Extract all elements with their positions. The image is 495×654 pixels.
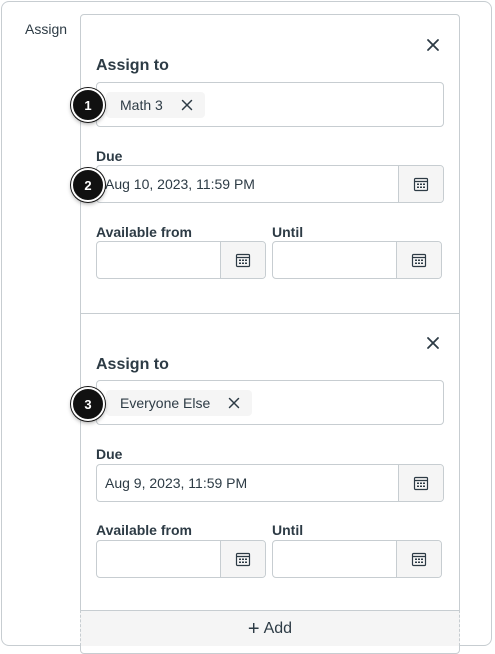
- until-field: [272, 241, 442, 279]
- callout-badge: 1: [71, 88, 105, 122]
- assignee-chip: Math 3: [106, 92, 205, 118]
- assign-to-input[interactable]: Everyone Else: [96, 380, 444, 425]
- due-label: Due: [96, 148, 123, 164]
- assign-to-heading: Assign to: [96, 356, 169, 373]
- available-from-input[interactable]: [97, 242, 220, 278]
- callout-badge: 3: [71, 387, 105, 421]
- assign-to-heading: Assign to: [96, 57, 169, 74]
- calendar-icon[interactable]: [220, 242, 265, 278]
- add-button[interactable]: + Add: [80, 610, 460, 646]
- available-from-field: [96, 540, 266, 578]
- due-date-input[interactable]: Aug 9, 2023, 11:59 PM: [97, 465, 398, 501]
- assign-panel: Assign to Math 3 Due Aug 10, 2023, 11:59…: [80, 14, 460, 654]
- assign-section-label: Assign: [25, 21, 68, 37]
- assignee-chip: Everyone Else: [106, 390, 253, 416]
- due-date-field: Aug 10, 2023, 11:59 PM: [96, 165, 444, 203]
- chip-label: Everyone Else: [120, 395, 211, 411]
- available-from-label: Available from: [96, 224, 192, 240]
- due-label: Due: [96, 446, 123, 462]
- add-label: Add: [263, 619, 293, 637]
- until-input[interactable]: [273, 541, 396, 577]
- due-date-field: Aug 9, 2023, 11:59 PM: [96, 464, 444, 502]
- due-date-input[interactable]: Aug 10, 2023, 11:59 PM: [97, 166, 398, 202]
- calendar-icon[interactable]: [396, 541, 441, 577]
- close-icon[interactable]: [423, 333, 443, 353]
- plus-icon: +: [247, 617, 260, 640]
- calendar-icon[interactable]: [396, 242, 441, 278]
- until-label: Until: [272, 224, 304, 240]
- calendar-icon[interactable]: [398, 465, 443, 501]
- until-input[interactable]: [273, 242, 396, 278]
- available-from-label: Available from: [96, 522, 192, 538]
- available-from-field: [96, 241, 266, 279]
- calendar-icon[interactable]: [220, 541, 265, 577]
- assign-to-input[interactable]: Math 3: [96, 82, 444, 127]
- close-icon[interactable]: [423, 35, 443, 55]
- until-field: [272, 540, 442, 578]
- card-divider: [81, 313, 459, 314]
- available-from-input[interactable]: [97, 541, 220, 577]
- until-label: Until: [272, 522, 304, 538]
- x-icon[interactable]: [228, 397, 240, 409]
- calendar-icon[interactable]: [398, 166, 443, 202]
- chip-label: Math 3: [120, 97, 163, 113]
- callout-badge: 2: [71, 168, 105, 202]
- x-icon[interactable]: [181, 99, 193, 111]
